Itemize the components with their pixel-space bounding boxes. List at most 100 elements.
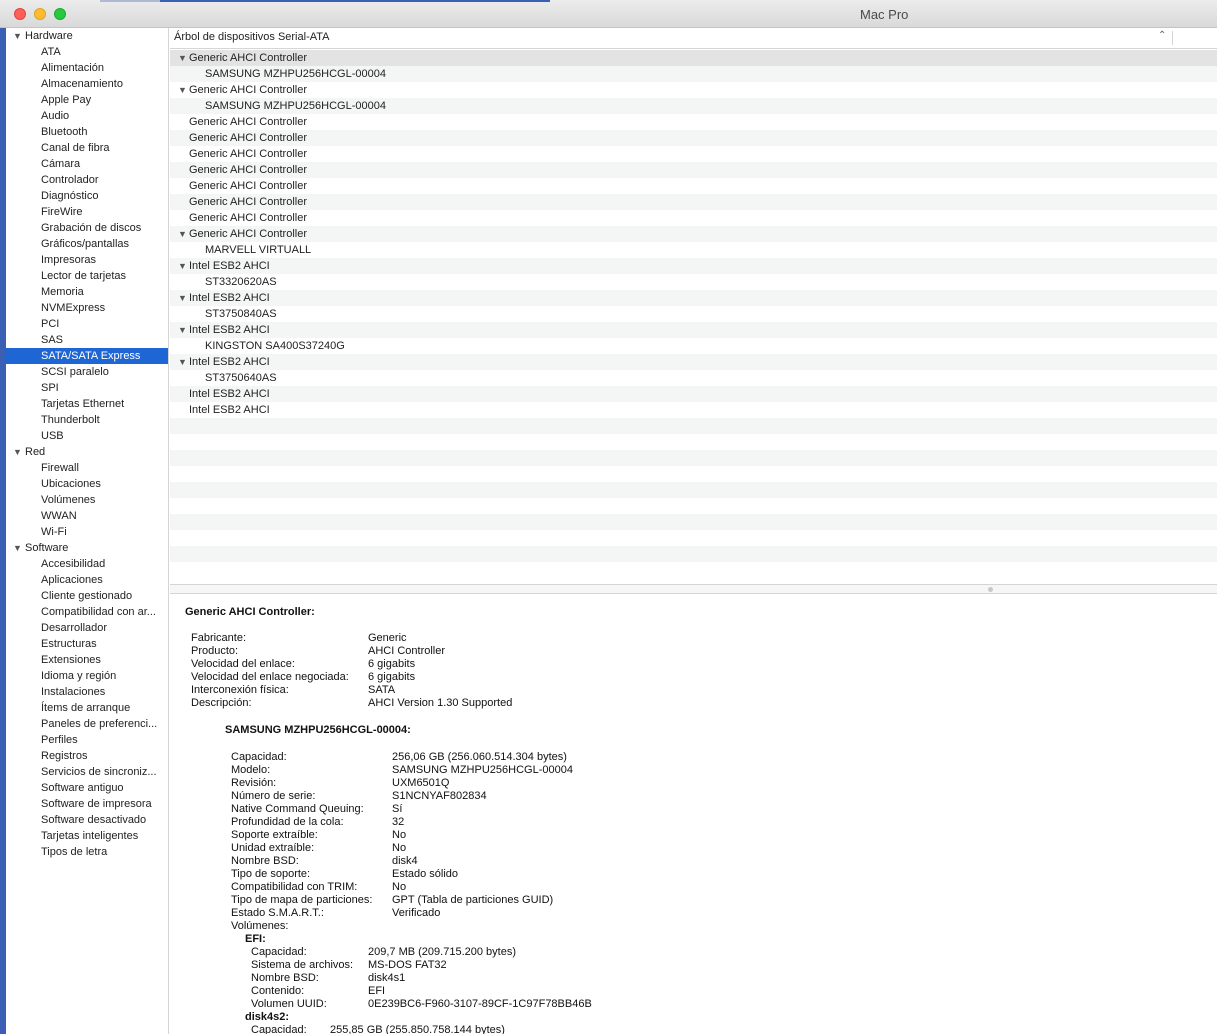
sidebar-item[interactable]: Desarrollador (6, 620, 168, 636)
sidebar-item[interactable]: Controlador (6, 172, 168, 188)
close-button[interactable] (14, 8, 26, 20)
sidebar-item[interactable]: Tarjetas Ethernet (6, 396, 168, 412)
sidebar-item[interactable]: Extensiones (6, 652, 168, 668)
tree-row-label: Generic AHCI Controller (189, 148, 307, 160)
tree-row-device[interactable]: ST3750640AS (170, 370, 1217, 386)
sidebar-item[interactable]: Gráficos/pantallas (6, 236, 168, 252)
pane-splitter[interactable] (170, 584, 1217, 594)
tree-row-controller[interactable]: Intel ESB2 AHCI (170, 402, 1217, 418)
tree-row-device[interactable]: SAMSUNG MZHPU256HCGL-00004 (170, 98, 1217, 114)
sidebar-item[interactable]: NVMExpress (6, 300, 168, 316)
tree-row-controller[interactable]: ▼ Intel ESB2 AHCI (170, 322, 1217, 338)
sidebar-item[interactable]: Thunderbolt (6, 412, 168, 428)
sidebar-group-hardware[interactable]: ▼ Hardware (6, 28, 168, 44)
disclosure-triangle-icon[interactable]: ▼ (178, 322, 187, 338)
sidebar-item[interactable]: Almacenamiento (6, 76, 168, 92)
tree-row-device[interactable]: ST3750840AS (170, 306, 1217, 322)
disclosure-triangle-icon[interactable]: ▼ (178, 354, 187, 370)
title-bar[interactable]: Mac Pro (0, 0, 1217, 28)
tree-row-controller[interactable]: ▼ Intel ESB2 AHCI (170, 258, 1217, 274)
tree-row-device[interactable]: SAMSUNG MZHPU256HCGL-00004 (170, 66, 1217, 82)
tree-row-controller[interactable]: ▼ Intel ESB2 AHCI (170, 354, 1217, 370)
disclosure-triangle-icon[interactable]: ▼ (178, 290, 187, 306)
tree-row-controller[interactable]: Generic AHCI Controller (170, 114, 1217, 130)
sidebar-item[interactable]: Ítems de arranque (6, 700, 168, 716)
tree-row-controller[interactable]: Generic AHCI Controller (170, 146, 1217, 162)
tree-header-title[interactable]: Árbol de dispositivos Serial-ATA (174, 31, 330, 43)
tree-row-controller[interactable]: Generic AHCI Controller (170, 178, 1217, 194)
sidebar-item[interactable]: Cámara (6, 156, 168, 172)
sidebar-item[interactable]: Estructuras (6, 636, 168, 652)
sidebar-item[interactable]: Canal de fibra (6, 140, 168, 156)
sidebar-item[interactable]: SCSI paralelo (6, 364, 168, 380)
disclosure-triangle-icon[interactable]: ▼ (178, 226, 187, 242)
sidebar-item[interactable]: Tarjetas inteligentes (6, 828, 168, 844)
sidebar-item[interactable]: Firewall (6, 460, 168, 476)
sidebar-group-red[interactable]: ▼ Red (6, 444, 168, 460)
sidebar-item[interactable]: Wi-Fi (6, 524, 168, 540)
sidebar-item[interactable]: ATA (6, 44, 168, 60)
tree-row-controller[interactable]: ▼ Intel ESB2 AHCI (170, 290, 1217, 306)
sidebar-item[interactable]: Paneles de preferenci... (6, 716, 168, 732)
sidebar[interactable]: ▼ Hardware ATA Alimentación Almacenamiento Ap… (6, 28, 169, 1034)
tree-row-controller[interactable]: ▼ Generic AHCI Controller (170, 226, 1217, 242)
sidebar-item[interactable]: Software desactivado (6, 812, 168, 828)
sidebar-item[interactable]: Alimentación (6, 60, 168, 76)
sidebar-item[interactable]: Idioma y región (6, 668, 168, 684)
sidebar-item[interactable]: Tipos de letra (6, 844, 168, 860)
sidebar-item[interactable]: Memoria (6, 284, 168, 300)
tree-row-controller[interactable]: ▼ Generic AHCI Controller (170, 82, 1217, 98)
disclosure-triangle-icon[interactable]: ▼ (13, 444, 25, 460)
sidebar-item[interactable]: WWAN (6, 508, 168, 524)
sidebar-item[interactable]: Volúmenes (6, 492, 168, 508)
splitter-handle-icon[interactable] (988, 587, 993, 592)
sidebar-item[interactable]: SPI (6, 380, 168, 396)
zoom-button[interactable] (54, 8, 66, 20)
property-key: Estado S.M.A.R.T.: (231, 907, 324, 919)
sidebar-item[interactable]: Ubicaciones (6, 476, 168, 492)
tree-row-controller[interactable]: Generic AHCI Controller (170, 162, 1217, 178)
tree-row-controller[interactable]: Intel ESB2 AHCI (170, 386, 1217, 402)
disclosure-triangle-icon[interactable]: ▼ (178, 82, 187, 98)
sidebar-item[interactable]: Impresoras (6, 252, 168, 268)
tree-row-device[interactable]: ST3320620AS (170, 274, 1217, 290)
disclosure-triangle-icon[interactable]: ▼ (178, 50, 187, 66)
disclosure-triangle-icon[interactable]: ▼ (178, 258, 187, 274)
minimize-button[interactable] (34, 8, 46, 20)
tree-header[interactable]: Árbol de dispositivos Serial-ATA ⌃ (170, 28, 1217, 49)
device-tree[interactable]: ▼ Generic AHCI Controller SAMSUNG MZHPU256… (170, 50, 1217, 584)
tree-row-controller[interactable]: Generic AHCI Controller (170, 210, 1217, 226)
tree-row-device[interactable]: MARVELL VIRTUALL (170, 242, 1217, 258)
sidebar-item[interactable]: Cliente gestionado (6, 588, 168, 604)
sidebar-item[interactable]: Perfiles (6, 732, 168, 748)
sidebar-item[interactable]: FireWire (6, 204, 168, 220)
sidebar-item[interactable]: Lector de tarjetas (6, 268, 168, 284)
sidebar-item[interactable]: Grabación de discos (6, 220, 168, 236)
sidebar-item[interactable]: Software antiguo (6, 780, 168, 796)
sidebar-item[interactable]: Compatibilidad con ar... (6, 604, 168, 620)
sidebar-item[interactable]: PCI (6, 316, 168, 332)
tree-row-controller[interactable]: Generic AHCI Controller (170, 130, 1217, 146)
sidebar-item[interactable]: Bluetooth (6, 124, 168, 140)
tree-row-device[interactable]: KINGSTON SA400S37240G (170, 338, 1217, 354)
sidebar-item[interactable]: Aplicaciones (6, 572, 168, 588)
sidebar-item[interactable]: USB (6, 428, 168, 444)
sidebar-item[interactable]: Software de impresora (6, 796, 168, 812)
sidebar-item[interactable]: Servicios de sincroniz... (6, 764, 168, 780)
disclosure-triangle-icon[interactable]: ▼ (13, 28, 25, 44)
tree-row-controller[interactable]: ▼ Generic AHCI Controller (170, 50, 1217, 66)
disclosure-triangle-icon[interactable]: ▼ (13, 540, 25, 556)
tree-row-controller[interactable]: Generic AHCI Controller (170, 194, 1217, 210)
sidebar-item[interactable]: Apple Pay (6, 92, 168, 108)
sidebar-item[interactable]: Registros (6, 748, 168, 764)
sidebar-group-software[interactable]: ▼ Software (6, 540, 168, 556)
sidebar-item[interactable]: Audio (6, 108, 168, 124)
sidebar-item[interactable]: SATA/SATA Express (6, 348, 168, 364)
sidebar-item[interactable]: SAS (6, 332, 168, 348)
sidebar-item[interactable]: Accesibilidad (6, 556, 168, 572)
sort-ascending-icon[interactable]: ⌃ (1158, 30, 1166, 41)
sidebar-item[interactable]: Instalaciones (6, 684, 168, 700)
sidebar-item[interactable]: Diagnóstico (6, 188, 168, 204)
tree-row-label: Generic AHCI Controller (189, 132, 307, 144)
property-value: 256,06 GB (256.060.514.304 bytes) (392, 751, 567, 763)
